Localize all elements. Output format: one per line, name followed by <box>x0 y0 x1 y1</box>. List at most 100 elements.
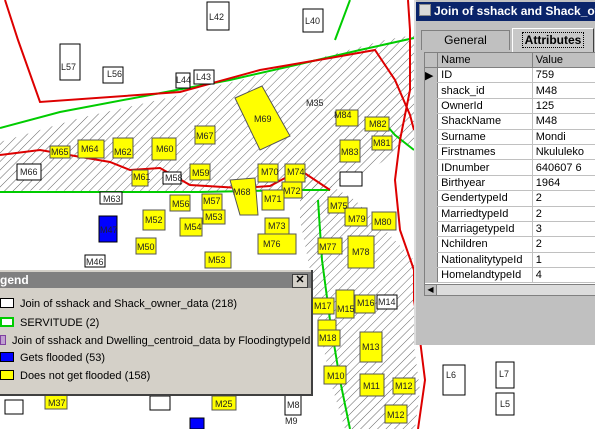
scroll-left-arrow-icon[interactable]: ◀ <box>425 285 437 295</box>
attr-value[interactable]: Mondi <box>532 129 595 145</box>
parcel-label: M67 <box>196 131 214 141</box>
parcel-label: L57 <box>61 62 76 72</box>
attr-value[interactable]: M48 <box>532 82 595 99</box>
attr-value[interactable]: 4 <box>532 267 595 284</box>
row-selector <box>425 267 439 284</box>
legend-item-dwelling-flooding: Join of sshack and Dwelling_centroid_dat… <box>0 333 310 349</box>
attr-value[interactable]: 759 <box>532 67 595 84</box>
parcel-label: M73 <box>268 221 286 231</box>
legend-swatch-yellow <box>0 370 14 380</box>
tab-attributes-label: Attributes <box>521 32 585 48</box>
table-row[interactable]: MarriedtypeId 2 <box>425 206 595 222</box>
row-selector <box>425 221 439 238</box>
table-row[interactable]: GendertypeId 2 <box>425 190 595 207</box>
row-selector <box>425 113 439 130</box>
attr-value[interactable]: 2 <box>532 206 595 222</box>
attr-name: Birthyear <box>437 175 533 192</box>
legend-layer-icon <box>0 335 6 345</box>
legend-item-not-flooded: Does not get flooded (158) <box>0 368 150 384</box>
legend-label: Gets flooded (53) <box>20 352 105 364</box>
attribute-table: Name Value ▶ ID 759 shack_id M48 OwnerId 125… <box>425 53 595 284</box>
column-header-name[interactable]: Name <box>437 53 533 68</box>
attr-name: shack_id <box>437 82 533 99</box>
attribute-grid[interactable]: Name Value ▶ ID 759 shack_id M48 OwnerId 125… <box>424 52 595 286</box>
attr-value[interactable]: 640607 6 <box>532 159 595 176</box>
row-selector <box>425 190 439 207</box>
parcel-label: M70 <box>261 167 279 177</box>
legend-window[interactable]: gend ✕ Join of sshack and Shack_owner_da… <box>0 270 313 396</box>
attr-value[interactable]: 3 <box>532 221 595 238</box>
parcel-label: M82 <box>369 119 387 129</box>
parcel-label: M66 <box>20 167 38 177</box>
legend-title-bar[interactable]: gend ✕ <box>0 272 311 288</box>
attr-value[interactable]: 125 <box>532 98 595 115</box>
parcel-label: M76 <box>263 239 281 249</box>
parcel-label: M69 <box>254 114 272 124</box>
row-selector <box>425 236 439 253</box>
attr-value[interactable]: 1 <box>532 252 595 269</box>
table-row[interactable]: ShackName M48 <box>425 113 595 130</box>
parcel-label: L43 <box>196 72 211 82</box>
parcel-label: M65 <box>51 147 69 157</box>
table-row[interactable]: MarriagetypeId 3 <box>425 221 595 238</box>
attr-value[interactable]: M48 <box>532 113 595 130</box>
table-row[interactable]: ▶ ID 759 <box>425 67 595 84</box>
attr-value[interactable]: 2 <box>532 190 595 207</box>
attr-name: NationalitytypeId <box>437 252 533 269</box>
table-row[interactable]: HomelandtypeId 4 <box>425 267 595 284</box>
table-row[interactable]: OwnerId 125 <box>425 98 595 115</box>
tab-attributes[interactable]: Attributes <box>512 28 594 52</box>
tab-general[interactable]: General <box>421 30 510 50</box>
parcel-label: M18 <box>319 333 337 343</box>
table-row[interactable]: Surname Mondi <box>425 129 595 145</box>
parcel-label: M62 <box>114 147 132 157</box>
table-row[interactable]: IDnumber 640607 6 <box>425 159 595 176</box>
attr-name: HomelandtypeId <box>437 267 533 284</box>
row-selector <box>425 159 439 176</box>
attributes-window-title: Join of sshack and Shack_owner_data <box>434 4 595 18</box>
attr-name: ShackName <box>437 113 533 130</box>
parcel-label: M81 <box>373 138 391 148</box>
legend-label: Does not get flooded (158) <box>20 370 151 382</box>
parcel-label: L56 <box>107 69 122 79</box>
table-row[interactable]: Birthyear 1964 <box>425 175 595 192</box>
parcel-label: M83 <box>341 147 359 157</box>
parcel-label: M74 <box>287 167 305 177</box>
parcel-label: M75 <box>330 201 348 211</box>
parcel-label: M63 <box>103 194 121 204</box>
table-row[interactable]: NationalitytypeId 1 <box>425 252 595 269</box>
row-selector <box>425 206 439 222</box>
parcel-label: M9 <box>285 416 298 426</box>
parcel-label: M84 <box>334 110 352 120</box>
parcel-label: L44 <box>176 75 191 85</box>
row-selector <box>425 144 439 161</box>
attr-name: OwnerId <box>437 98 533 115</box>
parcel-label: M53 <box>208 255 226 265</box>
close-button[interactable]: ✕ <box>292 274 308 288</box>
horizontal-scrollbar[interactable]: ◀ <box>424 284 595 296</box>
legend-swatch-servitude <box>0 317 14 327</box>
attr-name: MarriedtypeId <box>437 206 533 222</box>
attr-value[interactable]: 1964 <box>532 175 595 192</box>
table-row[interactable]: Nchildren 2 <box>425 236 595 253</box>
parcel-label: M35 <box>306 98 324 108</box>
parcel-label: M68 <box>233 187 251 197</box>
table-row[interactable]: Firstnames Nkululeko <box>425 144 595 161</box>
attributes-window[interactable]: Join of sshack and Shack_owner_data Gene… <box>414 0 595 345</box>
legend-label: SERVITUDE (2) <box>20 317 100 329</box>
parcel-label: M72 <box>283 186 301 196</box>
attr-value[interactable]: Nkululeko <box>532 144 595 161</box>
attr-value[interactable]: 2 <box>532 236 595 253</box>
parcel-label: L6 <box>446 370 456 380</box>
parcel-label: M37 <box>48 398 66 408</box>
parcel-label: L40 <box>305 16 320 26</box>
parcel-label: M46 <box>86 257 104 267</box>
parcel-label: M60 <box>156 144 174 154</box>
parcel-label: M78 <box>352 247 370 257</box>
parcel-label: M11 <box>363 381 380 391</box>
attributes-window-title-bar[interactable]: Join of sshack and Shack_owner_data <box>416 2 595 21</box>
legend-item-gets-flooded: Gets flooded (53) <box>0 350 105 366</box>
parcel-label: M53 <box>205 212 223 222</box>
column-header-value[interactable]: Value <box>532 53 595 68</box>
table-row[interactable]: shack_id M48 <box>425 82 595 99</box>
